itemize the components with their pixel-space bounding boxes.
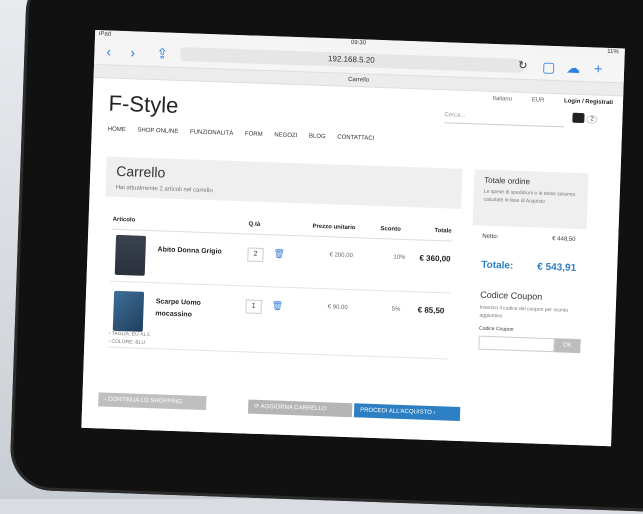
- main-navigation: HOME SHOP ONLINE FUNZIONALITÀ FORM NEGOZ…: [108, 127, 385, 143]
- grand-total-label: Totale:: [481, 259, 514, 272]
- coupon-description: Inserisci il codice del coupon per scont…: [479, 304, 569, 320]
- product-name[interactable]: Scarpe Uomo mocassino: [155, 296, 226, 322]
- unit-price: € 90,00: [327, 304, 348, 311]
- row-total: € 360,00: [419, 253, 451, 264]
- forward-icon[interactable]: ›: [130, 44, 135, 60]
- option-size: › TAGLIA: EU 41.5: [108, 330, 150, 339]
- device-label: iPad: [98, 31, 112, 38]
- trash-icon[interactable]: 🗑: [273, 248, 285, 259]
- header-qty: Q.tà: [248, 221, 261, 228]
- discount: 5%: [391, 306, 401, 313]
- reload-icon[interactable]: ↻: [518, 59, 528, 73]
- site-logo[interactable]: F-Style: [108, 91, 179, 119]
- quantity-input[interactable]: 1: [245, 299, 262, 314]
- table-row: Abito Donna Grigio 2 🗑 € 200,00 10% € 36…: [110, 230, 453, 294]
- ipad-frame: iPad 09:30 11% ‹ › ⇪ 192.168.5.20 ↻ ▢ ☁ …: [9, 0, 643, 514]
- cart-subtitle: Hai attualmente 2 articoli nel carrello: [115, 184, 213, 195]
- grand-total-value: € 543,91: [537, 261, 577, 274]
- summary-subtitle: Le spese di spedizioni e le tasse sarann…: [483, 188, 576, 205]
- coupon-label: Codice Coupon: [478, 325, 514, 333]
- nav-home[interactable]: HOME: [108, 127, 126, 134]
- product-image[interactable]: [112, 290, 145, 332]
- cart-header-panel: Carrello Hai attualmente 2 articoli nel …: [105, 156, 463, 209]
- continue-shopping-button[interactable]: ‹ CONTINUA LO SHOPPING: [98, 392, 207, 411]
- checkout-button[interactable]: PROCEDI ALL'ACQUISTO ›: [353, 403, 461, 421]
- nav-form[interactable]: FORM: [245, 131, 263, 138]
- header-total: Totale: [434, 227, 452, 235]
- coupon-input[interactable]: [478, 335, 555, 353]
- nav-blog[interactable]: BLOG: [309, 134, 326, 141]
- ipad-screen: iPad 09:30 11% ‹ › ⇪ 192.168.5.20 ↻ ▢ ☁ …: [81, 30, 625, 447]
- order-summary-panel: Totale ordine Le spese di spedizioni e l…: [472, 169, 589, 230]
- update-cart-button[interactable]: ⟳ AGGIORNA CARRELLO: [247, 399, 353, 418]
- website: Italiano EUR Login / Registrati F-Style …: [81, 77, 624, 447]
- product-name[interactable]: Abito Donna Grigio: [157, 246, 221, 255]
- header-price: Prezzo unitario: [312, 223, 356, 232]
- coupon-title: Codice Coupon: [480, 289, 543, 302]
- trash-icon[interactable]: 🗑: [272, 300, 284, 311]
- header-discount: Sconto: [380, 226, 401, 233]
- search-input[interactable]: Cerca...: [444, 112, 565, 128]
- discount: 10%: [393, 254, 406, 261]
- row-total: € 85,50: [417, 305, 445, 316]
- language-select[interactable]: Italiano: [493, 96, 513, 103]
- nav-stores[interactable]: NEGOZI: [274, 132, 297, 139]
- login-link[interactable]: Login / Registrati: [564, 98, 613, 106]
- new-tab-icon[interactable]: +: [594, 60, 603, 76]
- nav-features[interactable]: FUNZIONALITÀ: [190, 129, 234, 137]
- summary-title: Totale ordine: [484, 175, 531, 187]
- cloud-icon[interactable]: ☁: [566, 59, 581, 75]
- coupon-submit-button[interactable]: OK: [554, 338, 581, 354]
- battery-indicator: 11%: [607, 48, 619, 56]
- quantity-input[interactable]: 2: [247, 247, 264, 263]
- nav-shop[interactable]: SHOP ONLINE: [137, 128, 178, 135]
- product-image[interactable]: [114, 234, 147, 276]
- net-value: € 448,50: [552, 236, 576, 243]
- unit-price: € 200,00: [329, 252, 353, 260]
- net-label: Netto:: [482, 233, 499, 241]
- cart-count-badge: 2: [586, 115, 598, 124]
- header-utilities: Italiano EUR Login / Registrati: [475, 95, 614, 106]
- nav-contact[interactable]: CONTATTACI: [337, 135, 374, 142]
- currency-select[interactable]: EUR: [532, 97, 545, 103]
- header-item: Articolo: [112, 216, 136, 224]
- tabs-icon[interactable]: ▢: [542, 59, 556, 75]
- page-title: Carrello: [116, 162, 166, 181]
- status-time: 09:30: [350, 39, 367, 47]
- back-icon[interactable]: ‹: [106, 43, 111, 59]
- option-color: › COLORE: BLU: [108, 338, 146, 346]
- share-icon[interactable]: ⇪: [156, 45, 168, 61]
- cart-icon[interactable]: [572, 112, 585, 124]
- table-row: Scarpe Uomo mocassino 1 🗑 € 90,00 5% € 8…: [108, 286, 451, 360]
